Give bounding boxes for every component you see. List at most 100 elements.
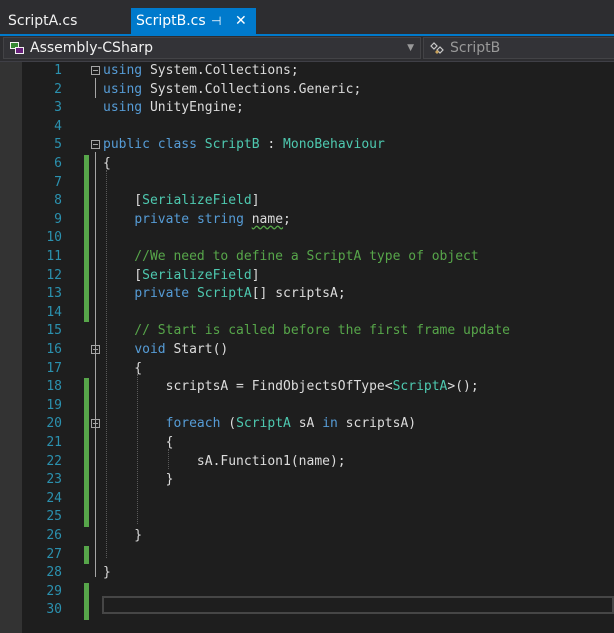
code-text: // Start is called before the first fram…	[103, 323, 510, 339]
code-line[interactable]: 9 private string name;	[0, 210, 614, 230]
code-line[interactable]: 4	[0, 118, 614, 137]
code-editor[interactable]: 1 using System.Collections; 2 using System.…	[0, 62, 614, 633]
code-text: {	[103, 360, 143, 376]
line-number: 24	[46, 490, 62, 506]
collapse-icon[interactable]	[91, 345, 100, 354]
code-text: }	[103, 528, 143, 543]
code-text: {	[103, 156, 111, 171]
tab-scripta[interactable]: ScriptA.cs	[0, 8, 128, 34]
code-line[interactable]: 20 foreach (ScriptA sA in scriptsA)	[0, 415, 614, 434]
line-number: 19	[46, 397, 62, 413]
line-number: 17	[46, 360, 62, 376]
code-line[interactable]: 19	[0, 396, 614, 416]
line-number: 25	[46, 509, 62, 525]
code-text: private string name;	[134, 211, 291, 227]
change-indicator	[84, 173, 89, 193]
collapse-icon[interactable]	[91, 140, 100, 150]
line-number: 20	[46, 416, 62, 432]
code-line[interactable]: 21 {	[0, 434, 614, 453]
code-text: scriptsA = FindObjectsOfType<ScriptA>();	[103, 379, 479, 395]
change-indicator	[84, 545, 89, 565]
code-line[interactable]: 16 void Start()	[0, 341, 614, 360]
line-number: 4	[54, 118, 62, 134]
code-text: }	[103, 472, 174, 488]
tab-scriptb[interactable]: ScriptB.cs ⊣ ✕	[131, 8, 256, 34]
line-number: 2	[54, 81, 62, 97]
code-line[interactable]: 2 using System.Collections.Generic;	[0, 81, 614, 100]
change-indicator	[84, 378, 89, 397]
code-text: using System.Collections.Generic;	[103, 81, 362, 97]
code-line[interactable]: 25	[0, 508, 614, 527]
code-line[interactable]: 26 }	[0, 527, 614, 546]
change-indicator	[84, 229, 89, 248]
code-text: [SerializeField]	[103, 267, 260, 283]
code-line[interactable]: 5 public class ScriptB : MonoBehaviour	[0, 136, 614, 155]
code-line[interactable]: 15 // Start is called before the first f…	[0, 322, 614, 341]
line-number: 27	[46, 546, 62, 562]
change-indicator	[84, 285, 89, 304]
change-indicator	[84, 266, 89, 286]
code-line[interactable]: 28}	[0, 564, 614, 583]
change-indicator	[84, 452, 89, 472]
code-text: sA.Function1(name);	[103, 453, 346, 469]
code-text: foreach (ScriptA sA in scriptsA)	[165, 416, 417, 432]
code-line[interactable]: 8 [SerializeField]	[0, 192, 614, 211]
code-line[interactable]: 23 }	[0, 471, 614, 490]
line-number: 13	[46, 286, 62, 302]
pin-icon[interactable]: ⊣	[211, 8, 221, 34]
navigation-bar: Assembly-CSharp ▼ ScriptB	[0, 36, 614, 62]
csharp-project-icon	[10, 42, 24, 54]
collapse-icon[interactable]	[91, 66, 100, 75]
chevron-down-icon[interactable]: ▼	[407, 38, 414, 58]
code-line[interactable]: 13 private ScriptA[] scriptsA;	[0, 285, 614, 304]
line-number: 3	[54, 100, 62, 116]
line-number: 21	[46, 435, 62, 450]
code-line[interactable]: 10	[0, 229, 614, 248]
change-indicator	[84, 434, 89, 453]
class-icon	[430, 42, 444, 54]
code-text: {	[103, 435, 174, 450]
code-line[interactable]: 12 [SerializeField]	[0, 266, 614, 286]
close-icon[interactable]: ✕	[235, 8, 247, 34]
project-dropdown[interactable]: Assembly-CSharp ▼	[3, 37, 421, 59]
change-indicator	[84, 210, 89, 230]
code-text: }	[103, 565, 111, 581]
document-tab-bar: ScriptA.cs ScriptB.cs ⊣ ✕	[0, 0, 614, 34]
line-number: 15	[46, 323, 62, 339]
change-indicator	[84, 415, 89, 434]
line-number: 29	[46, 583, 62, 599]
code-line[interactable]: 27	[0, 545, 614, 565]
collapse-icon[interactable]	[91, 419, 100, 429]
line-number: 7	[54, 174, 62, 190]
line-number: 16	[46, 342, 62, 357]
change-indicator	[84, 508, 89, 527]
line-number: 30	[46, 602, 62, 618]
class-dropdown[interactable]: ScriptB	[423, 37, 614, 59]
change-indicator	[84, 192, 89, 211]
code-line[interactable]: 11 //We need to define a ScriptA type of…	[0, 248, 614, 267]
code-line[interactable]: 14	[0, 303, 614, 323]
code-line[interactable]: 18 scriptsA = FindObjectsOfType<ScriptA>…	[0, 378, 614, 397]
line-number: 22	[46, 453, 62, 469]
code-line[interactable]: 1 using System.Collections;	[0, 62, 614, 81]
change-indicator	[84, 155, 89, 174]
code-text: private ScriptA[] scriptsA;	[134, 286, 346, 302]
code-line[interactable]: 24	[0, 489, 614, 509]
line-number: 9	[54, 211, 62, 227]
code-line[interactable]: 7	[0, 173, 614, 193]
code-text: //We need to define a ScriptA type of ob…	[103, 249, 479, 264]
change-indicator	[84, 471, 89, 490]
code-line[interactable]: 22 sA.Function1(name);	[0, 452, 614, 472]
line-number: 18	[46, 379, 62, 395]
code-line[interactable]: 6{	[0, 155, 614, 174]
code-text: public class ScriptB : MonoBehaviour	[103, 137, 385, 153]
current-line-highlight	[102, 596, 614, 614]
change-indicator	[84, 303, 89, 323]
change-indicator	[84, 396, 89, 416]
project-label: Assembly-CSharp	[30, 40, 154, 56]
code-line[interactable]: 3 using UnityEngine;	[0, 99, 614, 118]
line-number: 12	[46, 267, 62, 283]
code-text: using UnityEngine;	[103, 100, 244, 116]
code-line[interactable]: 17 {	[0, 360, 614, 379]
code-text: using System.Collections;	[103, 63, 299, 78]
